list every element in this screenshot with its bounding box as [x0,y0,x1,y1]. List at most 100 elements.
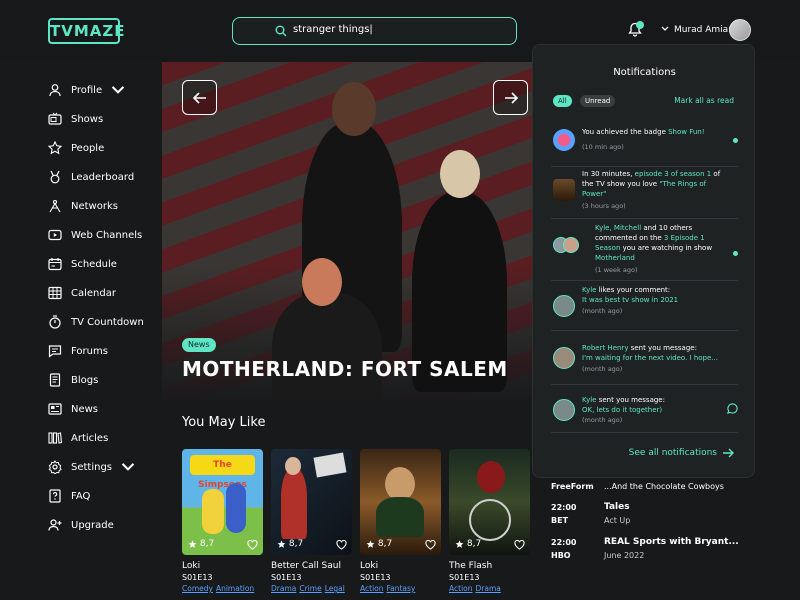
notification-item[interactable]: Kyle sent you message: OK, lets do it to… [551,391,738,433]
sidebar-item-faq[interactable]: FAQ [48,487,90,505]
avatar [553,399,575,421]
heart-icon[interactable] [247,540,258,550]
show-poster[interactable]: 8,7 [360,449,441,555]
antenna-icon [49,199,61,213]
schedule-network: HBO [551,551,571,560]
chevron-down-icon[interactable] [111,83,125,97]
genre-link[interactable]: Drama [476,584,501,593]
show-poster[interactable]: The Simpsons 8,7 [182,449,263,555]
sidebar-item-leaderboard[interactable]: Leaderboard [48,168,134,186]
sidebar-item-label: Calendar [71,287,116,299]
sidebar-item-tv-countdown[interactable]: TV Countdown [48,313,144,331]
genre-link[interactable]: Comedy [182,584,213,593]
calendar-icon [48,286,62,300]
sidebar-item-calendar[interactable]: Calendar [48,284,116,302]
sidebar-item-blogs[interactable]: Blogs [48,371,98,389]
notification-item[interactable]: Kyle, Mitchell and 10 others commented o… [551,224,738,281]
show-card[interactable]: 8,7 The Flash S01E13 Action Drama [449,449,530,593]
sidebar-item-label: Settings [71,461,113,473]
heart-icon[interactable] [425,540,436,550]
schedule-time: 22:00 [551,538,577,547]
card-episode: S01E13 [360,573,391,582]
card-title[interactable]: Loki [360,561,441,571]
sidebar-item-label: News [71,403,99,415]
arrow-right-icon [505,92,519,104]
tv-icon [48,112,62,125]
genre-link[interactable]: Action [449,584,473,593]
card-episode: S01E13 [449,573,480,582]
sidebar-item-label: Profile [71,84,103,96]
heart-icon[interactable] [336,540,347,550]
hero-banner[interactable] [162,62,540,400]
notification-item[interactable]: Kyle likes your comment: It was best tv … [551,286,738,331]
show-card[interactable]: The Simpsons 8,7 Loki S01E13 Comedy Anima… [182,449,263,593]
show-poster[interactable]: 8,7 [449,449,530,555]
show-poster[interactable]: 8,7 [271,449,352,555]
reply-chat-icon[interactable] [727,403,738,414]
notification-time: (month ago) [582,365,623,373]
sidebar-item-networks[interactable]: Networks [48,197,118,215]
genre-link[interactable]: Fantasy [387,584,416,593]
sidebar-item-people[interactable]: People [48,139,104,157]
search-input[interactable]: stranger things| [232,17,517,45]
sidebar-item-label: Schedule [71,258,117,270]
avatar [553,347,575,369]
sidebar-item-news[interactable]: News [48,400,98,418]
hero-next-button[interactable] [493,80,528,115]
hero-prev-button[interactable] [182,80,217,115]
sidebar-item-articles[interactable]: Articles [48,429,108,447]
card-title[interactable]: Loki [182,561,263,571]
sidebar-item-label: Upgrade [71,519,114,531]
notification-item[interactable]: You achieved the badge Show Fun! (10 min… [551,128,738,167]
tvmaze-logo[interactable]: TVMAZE [48,18,125,44]
schedule-network: BET [551,516,569,525]
hero-tag[interactable]: News [182,338,216,352]
genre-link[interactable]: Animation [216,584,254,593]
notification-item[interactable]: In 30 minutes, episode 3 of season 1 of … [551,170,738,219]
sidebar-item-shows[interactable]: Shows [48,110,103,128]
genre-link[interactable]: Legal [325,584,345,593]
see-all-notifications-link[interactable]: See all notifications [629,448,734,458]
gear-icon [48,460,62,474]
card-title[interactable]: The Flash [449,561,530,571]
arrow-right-icon [723,448,734,458]
sidebar-item-label: Networks [71,200,118,212]
avatar[interactable] [729,19,751,41]
avatar [563,237,579,253]
schedule-show[interactable]: ...And the Chocolate Cowboys [604,482,724,491]
notification-text: Kyle sent you message: OK, lets do it to… [582,396,665,414]
sidebar-item-label: Blogs [71,374,99,386]
avatar [553,295,575,317]
genre-link[interactable]: Action [360,584,384,593]
chevron-down-icon[interactable] [661,26,669,32]
genre-link[interactable]: Drama [271,584,296,593]
notification-item[interactable]: Robert Henry sent you message: I'm waiti… [551,337,738,385]
sidebar-item-web-channels[interactable]: Web Channels [48,226,142,244]
star-icon [48,141,62,155]
show-card[interactable]: 8,7 Loki S01E13 Action Fantasy [360,449,441,593]
heart-icon[interactable] [514,540,525,550]
user-name[interactable]: Murad Amiar [674,25,732,35]
mark-all-read-button[interactable]: Mark all as read [674,96,734,105]
sidebar-item-profile[interactable]: Profile [48,81,125,99]
show-card[interactable]: 8,7 Better Call Saul S01E13 Drama Crime Le… [271,449,352,593]
schedule-show[interactable]: Tales [604,502,630,512]
sidebar: Profile Shows People Leaderboard Network… [0,62,162,600]
filter-all-button[interactable]: All [553,95,572,107]
chevron-down-icon[interactable] [121,460,135,474]
sidebar-item-settings[interactable]: Settings [48,458,135,476]
schedule-show[interactable]: REAL Sports with Bryant... [604,537,739,547]
sidebar-item-forums[interactable]: Forums [48,342,108,360]
star-icon [366,539,375,548]
genre-link[interactable]: Crime [299,584,321,593]
search-icon [275,25,287,37]
rating: 8,7 [277,539,303,549]
card-title[interactable]: Better Call Saul [271,561,352,571]
hero-title[interactable]: MOTHERLAND: FORT SALEM [182,357,508,381]
card-genres: Drama Crime Legal [271,584,352,593]
sidebar-item-upgrade[interactable]: Upgrade [48,516,114,534]
sidebar-item-schedule[interactable]: Schedule [48,255,117,273]
filter-unread-button[interactable]: Unread [580,95,616,107]
hero-figure [272,292,382,400]
sidebar-item-label: Shows [71,113,104,125]
